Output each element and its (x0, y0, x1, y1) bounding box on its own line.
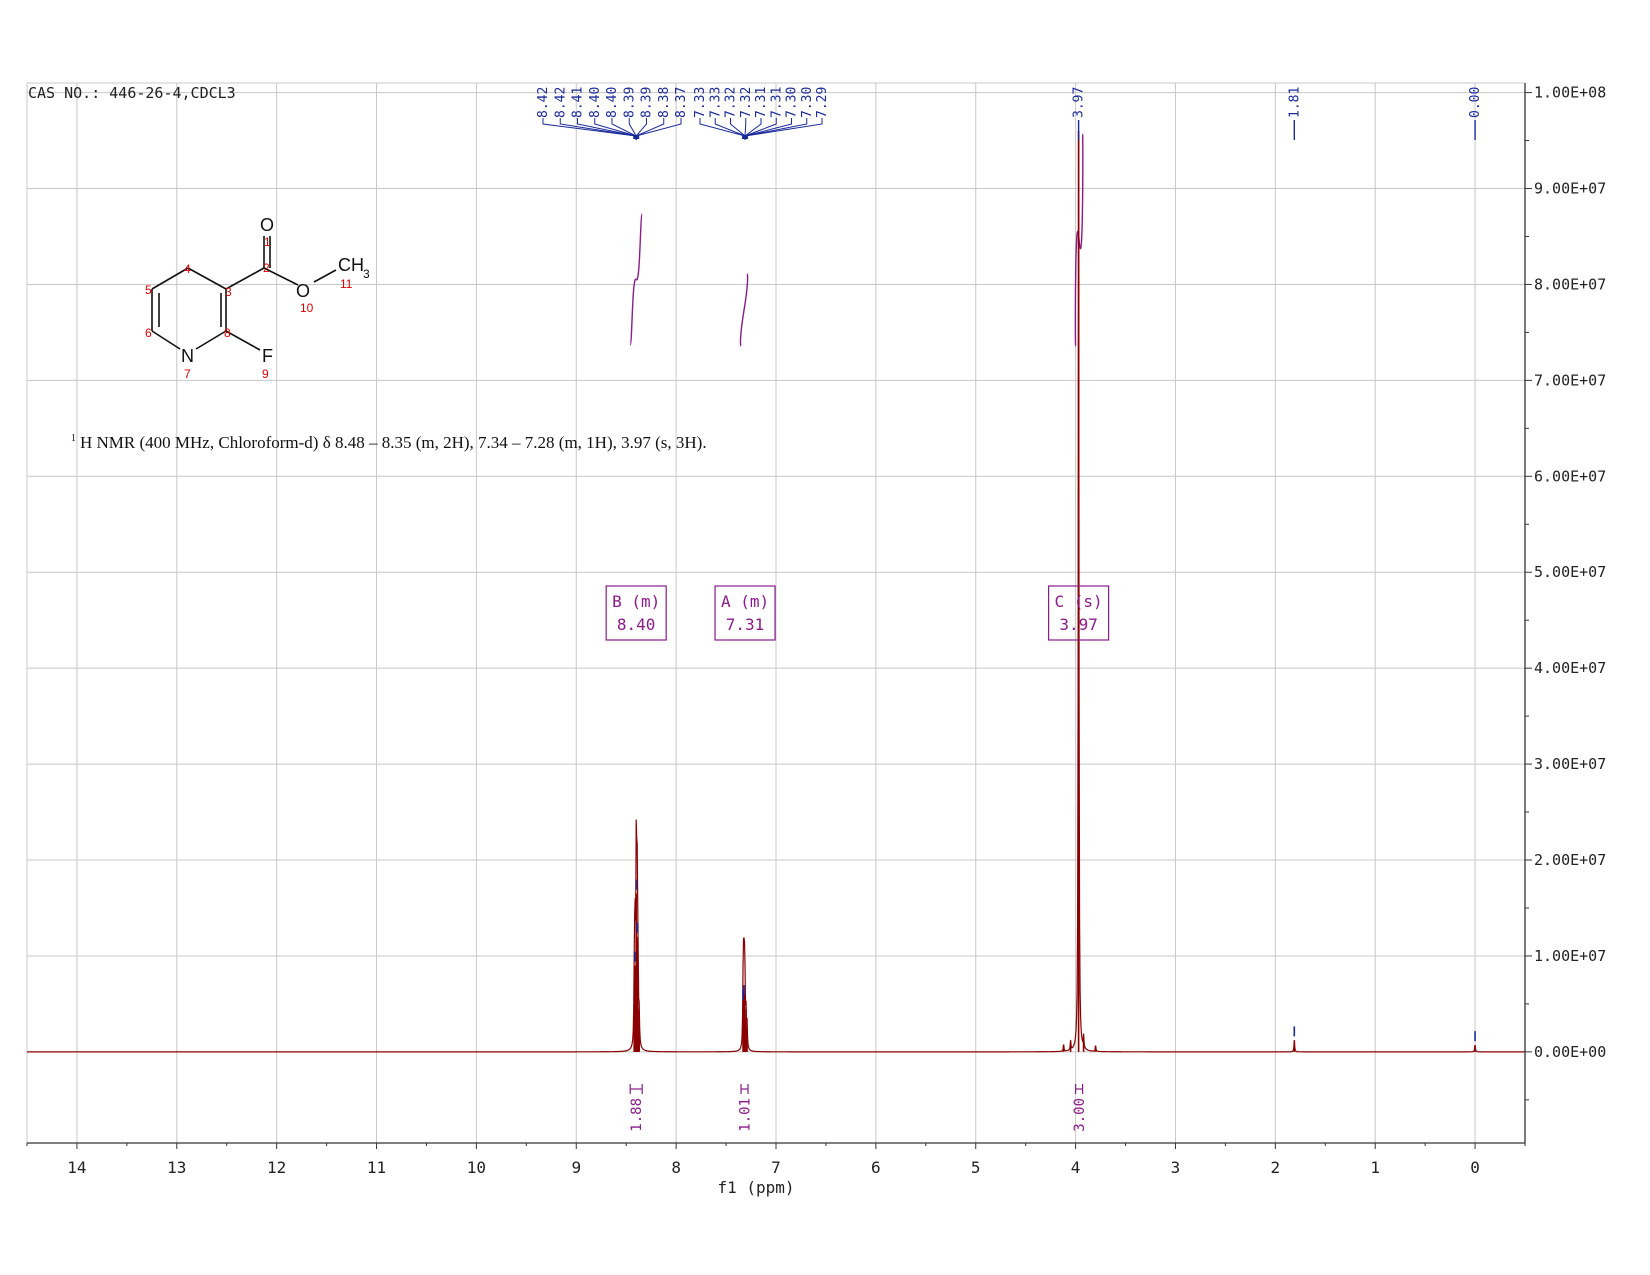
integration-value-0: 1.88 (629, 1098, 645, 1132)
atom-number-2: 2 (263, 261, 270, 275)
peak-group-b-label-2: 8.41 (571, 87, 586, 118)
atom-number-11: 11 (340, 277, 353, 291)
peak-group-b-label-1: 8.42 (553, 87, 568, 118)
x-tick-label-11: 11 (367, 1158, 386, 1177)
y-tick-label-6: 4.00E+07 (1534, 659, 1606, 677)
peak-group-a-label-4: 7.31 (754, 87, 769, 118)
atom-oxygen-carbonyl: O (260, 215, 274, 235)
x-tick-label-7: 7 (771, 1158, 781, 1177)
peak-group-b-label-3: 8.40 (588, 87, 603, 118)
cas-label: CAS NO.: 446-26-4,CDCL3 (28, 84, 236, 102)
atom-methyl: CH (338, 255, 364, 275)
peak-group-a-label-6: 7.30 (785, 87, 800, 118)
x-tick-label-14: 14 (67, 1158, 86, 1177)
atom-number-10: 10 (300, 301, 314, 315)
multiplet-shift-0: 8.40 (617, 615, 656, 634)
x-tick-label-9: 9 (571, 1158, 581, 1177)
multiplet-letter-0: B (m) (612, 592, 660, 611)
multiplet-letter-1: A (m) (721, 592, 769, 611)
peak-group-a-label-2: 7.32 (724, 87, 739, 118)
atom-nitrogen: N (181, 346, 194, 366)
description-superscript: 1 (71, 433, 76, 444)
x-tick-label-6: 6 (871, 1158, 881, 1177)
x-tick-label-13: 13 (167, 1158, 186, 1177)
integration-value-1: 1.01 (738, 1098, 754, 1132)
x-tick-label-10: 10 (467, 1158, 486, 1177)
y-tick-label-2: 8.00E+07 (1534, 275, 1606, 293)
atom-oxygen-ester: O (296, 281, 310, 301)
atom-number-6: 6 (145, 326, 152, 340)
x-tick-label-8: 8 (671, 1158, 681, 1177)
multiplet-shift-1: 7.31 (726, 615, 765, 634)
peak-group-a-anchor (742, 135, 749, 139)
x-tick-label-0: 0 (1470, 1158, 1480, 1177)
nmr-spectrum-chart: CAS NO.: 446-26-4,CDCL3 O O CH 3 N F 1 2 (0, 0, 1650, 1275)
integration-value-2: 3.00 (1072, 1098, 1088, 1132)
y-tick-label-10: 0.00E+00 (1534, 1043, 1606, 1061)
peak-group-a-label-7: 7.30 (800, 87, 815, 118)
multiplet-letter-2: C (s) (1055, 592, 1103, 611)
peak-group-a-label-0: 7.33 (693, 87, 708, 118)
peak-group-b-anchor (633, 135, 640, 139)
atom-number-4: 4 (184, 262, 191, 276)
x-tick-label-3: 3 (1171, 1158, 1181, 1177)
y-tick-label-8: 2.00E+07 (1534, 851, 1606, 869)
x-tick-label-2: 2 (1271, 1158, 1281, 1177)
peak-group-a-label-3: 7.32 (739, 87, 754, 118)
y-tick-label-4: 6.00E+07 (1534, 467, 1606, 485)
peak-group-b-label-0: 8.42 (536, 87, 551, 118)
y-tick-label-0: 1.00E+08 (1534, 84, 1606, 102)
peak-group-b-label-6: 8.39 (640, 87, 655, 118)
atom-number-5: 5 (145, 283, 152, 297)
peak-group-a-label-5: 7.31 (769, 87, 784, 118)
y-tick-label-5: 5.00E+07 (1534, 563, 1606, 581)
atom-fluorine: F (262, 346, 273, 366)
peak-group-b-label-4: 8.40 (605, 87, 620, 118)
atom-number-3: 3 (225, 285, 232, 299)
multiplet-shift-2: 3.97 (1059, 615, 1098, 634)
peak-single-label-2: 0.00 (1468, 87, 1483, 118)
page-background (0, 0, 1650, 1275)
x-tick-label-4: 4 (1071, 1158, 1081, 1177)
atom-methyl-subscript: 3 (363, 267, 370, 281)
peak-group-a-label-1: 7.33 (708, 87, 723, 118)
peak-group-b-label-8: 8.37 (674, 87, 689, 118)
x-tick-label-1: 1 (1370, 1158, 1380, 1177)
atom-number-1: 1 (264, 235, 271, 249)
y-tick-label-7: 3.00E+07 (1534, 755, 1606, 773)
x-tick-label-5: 5 (971, 1158, 981, 1177)
description-text: H NMR (400 MHz, Chloroform-d) δ 8.48 – 8… (80, 433, 707, 452)
atom-number-7: 7 (184, 367, 191, 381)
y-tick-label-3: 7.00E+07 (1534, 371, 1606, 389)
peak-group-b-label-7: 8.38 (657, 87, 672, 118)
peak-single-label-0: 3.97 (1072, 87, 1087, 118)
y-tick-label-1: 9.00E+07 (1534, 180, 1606, 198)
x-tick-label-12: 12 (267, 1158, 286, 1177)
peak-group-a-label-8: 7.29 (815, 87, 830, 118)
atom-number-9: 9 (262, 367, 269, 381)
y-tick-label-9: 1.00E+07 (1534, 947, 1606, 965)
peak-group-b-label-5: 8.39 (622, 87, 637, 118)
peak-single-label-1: 1.81 (1287, 87, 1302, 118)
atom-number-8: 8 (224, 326, 231, 340)
x-axis-label: f1 (ppm) (717, 1178, 794, 1197)
